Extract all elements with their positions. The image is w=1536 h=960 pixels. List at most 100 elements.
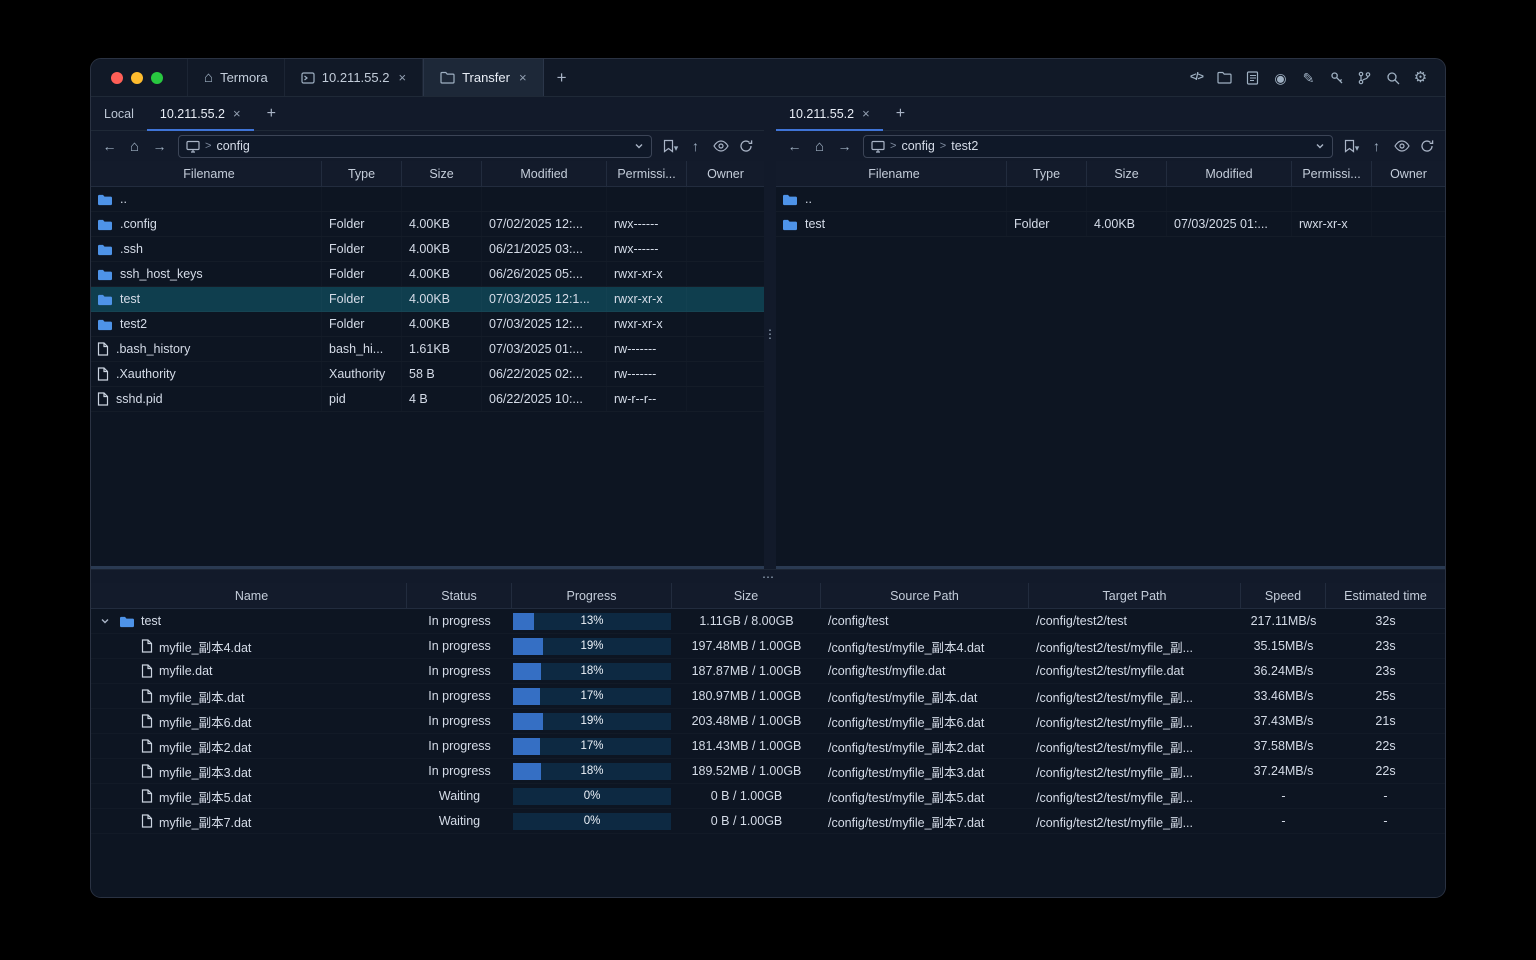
column-header[interactable]: Type <box>322 161 402 186</box>
column-header[interactable]: Owner <box>1372 161 1445 186</box>
new-tab-button[interactable]: + <box>544 59 580 96</box>
breadcrumb-segment[interactable]: config <box>216 139 249 153</box>
folder-icon <box>97 318 113 331</box>
column-header[interactable]: Filename <box>776 161 1007 186</box>
transfer-row[interactable]: myfile_副本5.dat Waiting 0% 0 B / 1.00GB/conf… <box>91 784 1445 809</box>
column-header[interactable]: Type <box>1007 161 1087 186</box>
tab-remote-host[interactable]: 10.211.55.2 × <box>776 97 883 131</box>
file-row[interactable]: .. <box>776 187 1445 212</box>
show-hidden-button[interactable] <box>1390 135 1413 158</box>
back-button[interactable]: ← <box>783 135 806 158</box>
transfer-row[interactable]: myfile_副本2.dat In progress 17% 181.43MB / 1… <box>91 734 1445 759</box>
breadcrumb: > config <box>205 139 250 153</box>
filename: .ssh <box>120 242 143 256</box>
upload-button[interactable]: ↑ <box>1365 135 1388 158</box>
path-dropdown-icon[interactable] <box>1315 141 1325 151</box>
column-header[interactable]: Target Path <box>1029 583 1241 608</box>
horizontal-scrollbar[interactable] <box>776 566 1445 569</box>
column-header[interactable]: Estimated time <box>1326 583 1445 608</box>
close-tab-icon[interactable]: × <box>519 70 527 85</box>
owner-cell <box>1372 187 1445 211</box>
minimize-window-button[interactable] <box>131 71 143 84</box>
journal-button[interactable] <box>1241 66 1264 89</box>
transfer-row[interactable]: test In progress 13% 1.11GB / 8.00GB/config… <box>91 609 1445 634</box>
file-row[interactable]: .bash_history bash_hi... 1.61KB 07/03/2025 … <box>91 337 764 362</box>
close-tab-icon[interactable]: × <box>862 106 870 121</box>
record-button[interactable]: ◉ <box>1269 66 1292 89</box>
file-row[interactable]: ssh_host_keys Folder 4.00KB 06/26/2025 05:.… <box>91 262 764 287</box>
breadcrumb-segment[interactable]: config <box>901 139 934 153</box>
file-row[interactable]: test2 Folder 4.00KB 07/03/2025 12:... rwxr-x… <box>91 312 764 337</box>
bookmark-button[interactable]: ▾ <box>1340 135 1363 158</box>
forward-button[interactable]: → <box>148 135 171 158</box>
transfer-row[interactable]: myfile_副本.dat In progress 17% 180.97MB / 1.… <box>91 684 1445 709</box>
column-header[interactable]: Progress <box>512 583 672 608</box>
home-button[interactable]: ⌂ <box>808 135 831 158</box>
column-header[interactable]: Size <box>402 161 482 186</box>
transfer-row[interactable]: myfile_副本3.dat In progress 18% 189.52MB / 1… <box>91 759 1445 784</box>
expand-chevron-icon[interactable] <box>97 616 113 626</box>
tab-local[interactable]: Local <box>91 97 147 130</box>
close-tab-icon[interactable]: × <box>398 70 406 85</box>
breadcrumb-segment[interactable]: test2 <box>951 139 978 153</box>
settings-button[interactable]: ⚙ <box>1409 66 1432 89</box>
transfer-row[interactable]: myfile_副本7.dat Waiting 0% 0 B / 1.00GB/conf… <box>91 809 1445 834</box>
file-row[interactable]: .ssh Folder 4.00KB 06/21/2025 03:... rwx----… <box>91 237 764 262</box>
path-breadcrumb[interactable]: > config > test2 <box>863 134 1333 158</box>
transfer-row[interactable]: myfile.dat In progress 18% 187.87MB / 1.00G… <box>91 659 1445 684</box>
column-header[interactable]: Permissi... <box>1292 161 1372 186</box>
close-tab-icon[interactable]: × <box>233 106 241 121</box>
bookmark-button[interactable]: ▾ <box>659 135 682 158</box>
transfer-row[interactable]: myfile_副本4.dat In progress 19% 197.48MB / 1… <box>91 634 1445 659</box>
horizontal-splitter[interactable]: ⋯ <box>91 569 1445 583</box>
edit-button[interactable]: ✎ <box>1297 66 1320 89</box>
column-header[interactable]: Status <box>407 583 512 608</box>
back-button[interactable]: ← <box>98 135 121 158</box>
column-header[interactable]: Size <box>672 583 821 608</box>
file-row[interactable]: .. <box>91 187 764 212</box>
tab-termora[interactable]: ⌂ Termora <box>187 59 285 96</box>
column-header[interactable]: Source Path <box>821 583 1029 608</box>
eta-cell: - <box>1383 814 1388 828</box>
refresh-button[interactable] <box>734 135 757 158</box>
close-window-button[interactable] <box>111 71 123 84</box>
progress-bar: 19% <box>513 637 671 655</box>
vertical-splitter[interactable]: ⋮ <box>764 97 776 569</box>
zoom-window-button[interactable] <box>151 71 163 84</box>
horizontal-scrollbar[interactable] <box>91 566 764 569</box>
search-button[interactable] <box>1381 66 1404 89</box>
column-header[interactable]: Speed <box>1241 583 1326 608</box>
tab-remote-host[interactable]: 10.211.55.2 × <box>146 97 254 131</box>
tab-transfer[interactable]: Transfer × <box>423 59 544 96</box>
home-button[interactable]: ⌂ <box>123 135 146 158</box>
show-hidden-button[interactable] <box>709 135 732 158</box>
new-panel-tab-button[interactable]: + <box>254 97 289 130</box>
transfer-row[interactable]: myfile_副本6.dat In progress 19% 203.48MB / 1… <box>91 709 1445 734</box>
refresh-button[interactable] <box>1415 135 1438 158</box>
new-panel-tab-button[interactable]: + <box>883 97 918 130</box>
modified-cell: 06/26/2025 05:... <box>489 267 583 281</box>
code-button[interactable]: </> <box>1185 66 1208 89</box>
column-header[interactable]: Filename <box>91 161 322 186</box>
column-header[interactable]: Permissi... <box>607 161 687 186</box>
upload-button[interactable]: ↑ <box>684 135 707 158</box>
branch-button[interactable] <box>1353 66 1376 89</box>
column-header[interactable]: Modified <box>482 161 607 186</box>
home-icon: ⌂ <box>204 69 214 86</box>
file-row[interactable]: sshd.pid pid 4 B 06/22/2025 10:... rw-r--r-- <box>91 387 764 412</box>
key-button[interactable] <box>1325 66 1348 89</box>
column-header[interactable]: Owner <box>687 161 764 186</box>
file-row[interactable]: test Folder 4.00KB 07/03/2025 01:... rwxr-xr… <box>776 212 1445 237</box>
file-row[interactable]: .config Folder 4.00KB 07/02/2025 12:... rwx-… <box>91 212 764 237</box>
file-row[interactable]: .Xauthority Xauthority 58 B 06/22/2025 02:.… <box>91 362 764 387</box>
file-row[interactable]: test Folder 4.00KB 07/03/2025 12:1... rwxr-x… <box>91 287 764 312</box>
forward-button[interactable]: → <box>833 135 856 158</box>
column-header[interactable]: Size <box>1087 161 1167 186</box>
column-header[interactable]: Modified <box>1167 161 1292 186</box>
tab-host-terminal[interactable]: 10.211.55.2 × <box>285 59 424 96</box>
folder-button[interactable] <box>1213 66 1236 89</box>
column-header[interactable]: Name <box>91 583 407 608</box>
path-breadcrumb[interactable]: > config <box>178 134 652 158</box>
transfer-name: myfile_副本5.dat <box>159 790 252 805</box>
path-dropdown-icon[interactable] <box>634 141 644 151</box>
